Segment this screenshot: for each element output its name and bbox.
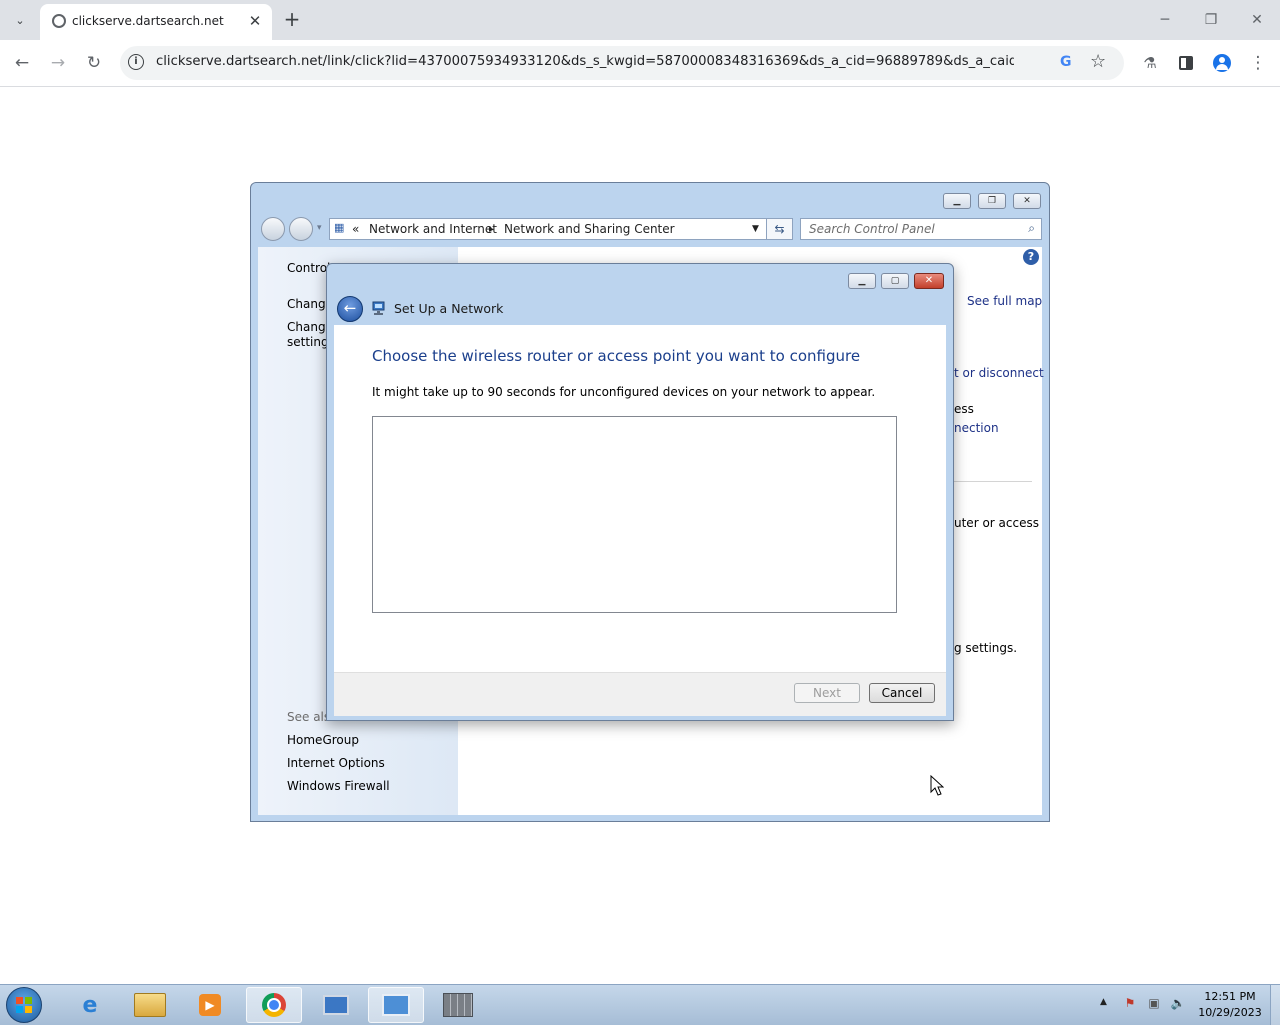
show-hidden-icons-icon[interactable]: ▲ bbox=[1100, 997, 1107, 1007]
browser-tab[interactable]: clickserve.dartsearch.net ✕ bbox=[40, 4, 272, 40]
next-button[interactable]: Next bbox=[794, 683, 860, 703]
bookmark-star-icon[interactable]: ☆ bbox=[1090, 51, 1106, 72]
windows-firewall-link[interactable]: Windows Firewall bbox=[287, 779, 390, 793]
globe-favicon-icon bbox=[52, 14, 66, 28]
breadcrumb-overflow[interactable]: « bbox=[352, 222, 359, 236]
address-dropdown-icon[interactable]: ▼ bbox=[752, 224, 759, 234]
search-icon[interactable]: ⌕ bbox=[1028, 221, 1035, 236]
cp-search-placeholder[interactable]: Search Control Panel bbox=[809, 222, 935, 236]
new-tab-button[interactable]: + bbox=[280, 8, 304, 32]
browser-toolbar: ← → ↻ i clickserve.dartsearch.net/link/c… bbox=[0, 40, 1280, 87]
help-icon[interactable]: ? bbox=[1023, 249, 1039, 265]
dialog-minimize-button[interactable]: ▁ bbox=[848, 273, 876, 289]
dialog-maximize-button[interactable]: ▢ bbox=[881, 273, 909, 289]
dialog-content: Choose the wireless router or access poi… bbox=[334, 325, 946, 716]
wireless-text: ess bbox=[954, 402, 974, 416]
cp-close-button[interactable]: ✕ bbox=[1013, 193, 1041, 209]
breadcrumb-network-internet[interactable]: Network and Internet bbox=[369, 222, 497, 236]
control-panel-icon: ▦ bbox=[334, 221, 345, 234]
show-desktop-button[interactable] bbox=[1270, 985, 1280, 1025]
dialog-heading: Choose the wireless router or access poi… bbox=[372, 347, 861, 365]
connect-disconnect-link[interactable]: t or disconnect bbox=[954, 366, 1044, 380]
browser-tab-strip: ⌄ clickserve.dartsearch.net ✕ + ─ ❐ ✕ bbox=[0, 0, 1280, 40]
start-button-icon[interactable] bbox=[6, 987, 42, 1023]
tray-clock[interactable]: 12:51 PM 10/29/2023 bbox=[1192, 989, 1268, 1021]
tray-time: 12:51 PM bbox=[1204, 990, 1256, 1003]
device-list[interactable] bbox=[372, 416, 897, 613]
mouse-cursor-icon bbox=[930, 775, 944, 796]
cp-back-button[interactable] bbox=[261, 217, 285, 241]
cp-home-link[interactable]: Control bbox=[287, 261, 330, 275]
tab-search-chevron-icon[interactable]: ⌄ bbox=[8, 8, 32, 32]
breadcrumb-network-sharing-center[interactable]: Network and Sharing Center bbox=[504, 222, 675, 236]
forward-arrow-icon[interactable]: → bbox=[45, 50, 71, 76]
dialog-back-arrow-icon[interactable]: ← bbox=[337, 296, 363, 322]
control-panel-taskbar-icon[interactable] bbox=[368, 987, 424, 1023]
window-restore-button[interactable]: ❐ bbox=[1196, 6, 1226, 34]
router-access-text: uter or access bbox=[954, 516, 1039, 530]
cp-search-box[interactable]: Search Control Panel ⌕ bbox=[800, 218, 1042, 240]
remote-desktop-icon[interactable] bbox=[308, 987, 364, 1023]
network-tray-icon[interactable]: ▣ bbox=[1146, 995, 1162, 1011]
tab-title: clickserve.dartsearch.net bbox=[72, 14, 224, 28]
back-arrow-icon[interactable]: ← bbox=[9, 50, 35, 76]
dialog-footer: Next Cancel bbox=[334, 672, 946, 716]
address-bar[interactable]: i clickserve.dartsearch.net/link/click?l… bbox=[120, 46, 1124, 80]
labs-flask-icon[interactable]: ⚗ bbox=[1137, 50, 1163, 76]
profile-avatar-icon[interactable] bbox=[1213, 54, 1231, 72]
cp-forward-button[interactable] bbox=[289, 217, 313, 241]
internet-options-link[interactable]: Internet Options bbox=[287, 756, 385, 770]
side-panel-icon[interactable] bbox=[1179, 56, 1193, 70]
breadcrumb-separator-icon[interactable]: ▸ bbox=[489, 224, 494, 235]
internet-explorer-icon[interactable]: e bbox=[62, 987, 118, 1023]
url-text[interactable]: clickserve.dartsearch.net/link/click?lid… bbox=[156, 54, 1014, 69]
cp-refresh-icon[interactable]: ⇆ bbox=[767, 218, 793, 240]
cp-address-bar[interactable]: ▦ « Network and Internet ▸ Network and S… bbox=[329, 218, 767, 240]
setup-network-dialog: ▁ ▢ ✕ ← Set Up a Network Choose the wire… bbox=[326, 263, 954, 721]
cp-minimize-button[interactable]: ▁ bbox=[943, 193, 971, 209]
window-close-button[interactable]: ✕ bbox=[1242, 6, 1272, 34]
site-info-icon[interactable]: i bbox=[128, 54, 144, 70]
cp-restore-button[interactable]: ❐ bbox=[978, 193, 1006, 209]
dialog-close-button[interactable]: ✕ bbox=[914, 273, 944, 289]
section-divider bbox=[954, 481, 1032, 482]
see-full-map-link[interactable]: See full map bbox=[967, 294, 1042, 308]
dialog-instruction-text: It might take up to 90 seconds for uncon… bbox=[372, 385, 876, 399]
chrome-taskbar-icon[interactable] bbox=[246, 987, 302, 1023]
tray-date: 10/29/2023 bbox=[1198, 1006, 1262, 1019]
network-setup-icon bbox=[372, 301, 385, 315]
window-minimize-button[interactable]: ─ bbox=[1150, 6, 1180, 34]
firewall-icon[interactable] bbox=[430, 987, 486, 1023]
reload-icon[interactable]: ↻ bbox=[81, 50, 107, 76]
windows-taskbar: e ▶ ▲ ⚑ ▣ 🔈 12:51 PM 10/29/2023 bbox=[0, 984, 1280, 1025]
google-lens-icon[interactable]: G bbox=[1060, 54, 1072, 70]
volume-muted-icon[interactable]: 🔈 bbox=[1170, 995, 1186, 1011]
cp-recent-pages-icon[interactable]: ▾ bbox=[317, 223, 322, 233]
media-player-icon[interactable]: ▶ bbox=[182, 987, 238, 1023]
action-center-flag-icon[interactable]: ⚑ bbox=[1122, 995, 1138, 1011]
cancel-button[interactable]: Cancel bbox=[869, 683, 935, 703]
file-explorer-icon[interactable] bbox=[122, 987, 178, 1023]
dialog-title: Set Up a Network bbox=[394, 301, 504, 316]
settings-text: g settings. bbox=[954, 641, 1018, 655]
chrome-menu-icon[interactable]: ⋮ bbox=[1245, 50, 1271, 76]
connection-link[interactable]: nection bbox=[954, 421, 999, 435]
homegroup-link[interactable]: HomeGroup bbox=[287, 733, 359, 747]
tab-close-icon[interactable]: ✕ bbox=[246, 12, 264, 30]
